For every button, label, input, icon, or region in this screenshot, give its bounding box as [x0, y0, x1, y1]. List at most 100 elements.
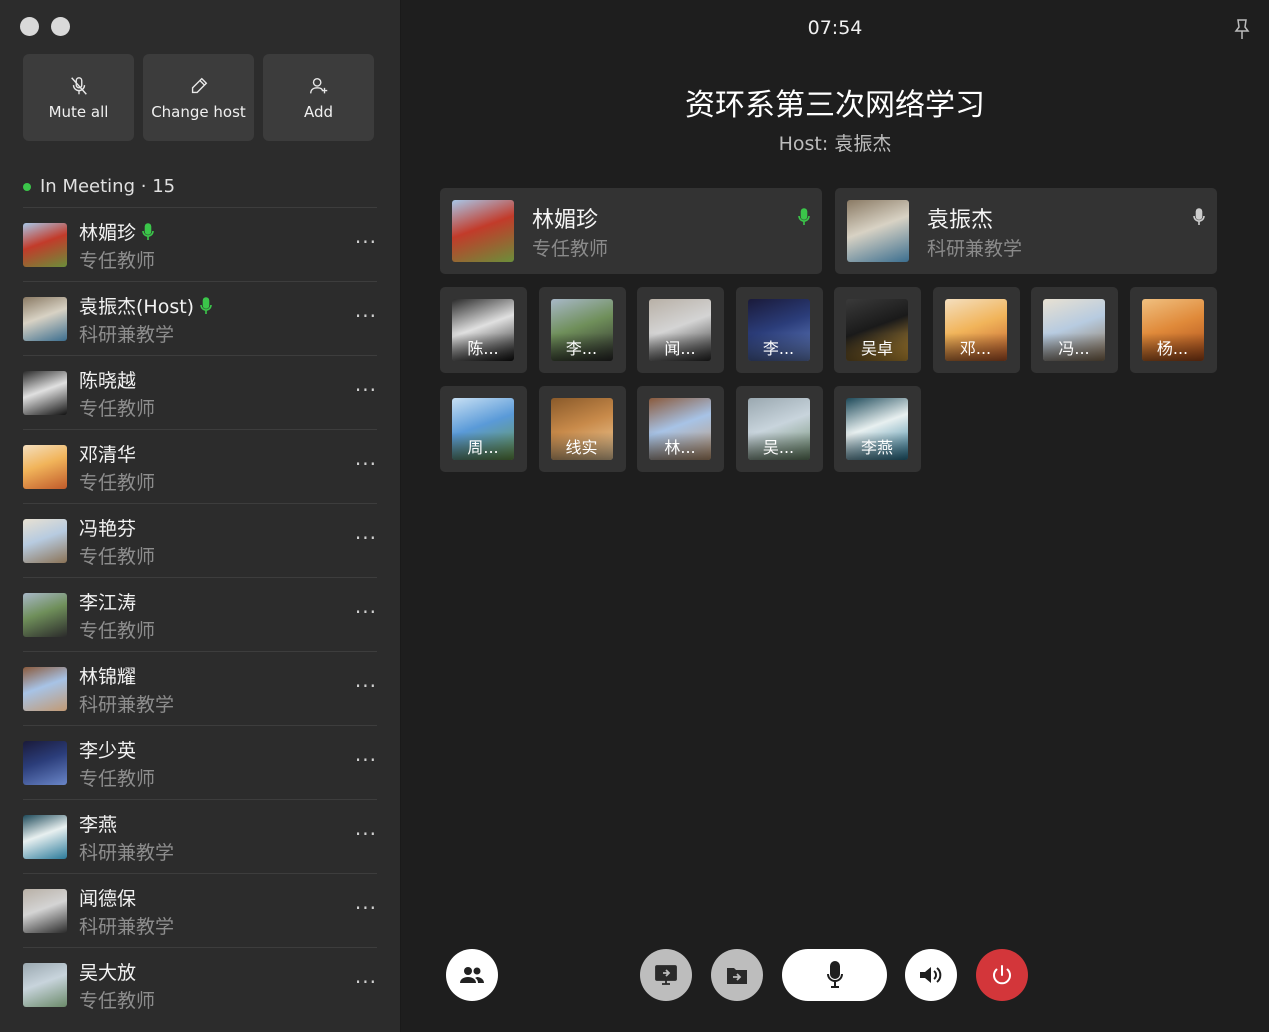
- member-role: 科研兼教学: [79, 916, 175, 938]
- participant-tile[interactable]: 李...: [538, 287, 626, 373]
- member-row[interactable]: 冯艳芬专任教师 ···: [23, 503, 377, 577]
- participant-tile[interactable]: 闻...: [637, 287, 724, 373]
- member-list: 林媚珍 专任教师 ··· 袁振杰(Host) 科研兼教学 ··· 陈晓越 专任教师 ··· 邓清华…: [23, 207, 377, 1021]
- tile-label: 李燕: [846, 432, 908, 460]
- host-label: Host:: [778, 133, 829, 155]
- avatar: 线实: [550, 398, 613, 460]
- avatar: 吴...: [747, 398, 810, 460]
- member-row[interactable]: 陈晓越专任教师 ···: [23, 355, 377, 429]
- more-options-icon[interactable]: ···: [355, 896, 377, 920]
- tile-label: 李...: [747, 333, 810, 361]
- participant-tile[interactable]: 陈...: [440, 287, 527, 373]
- participant-tile[interactable]: 吴卓: [834, 287, 921, 373]
- member-row[interactable]: 林媚珍 专任教师 ···: [23, 207, 377, 281]
- tile-label: 林...: [649, 432, 711, 460]
- member-role: 科研兼教学: [79, 842, 175, 864]
- member-name-wrap: 闻德保: [79, 884, 136, 911]
- in-meeting-count: 15: [152, 176, 176, 197]
- participants-button[interactable]: [446, 949, 498, 1001]
- member-row[interactable]: 李燕 科研兼教学 ···: [23, 799, 377, 873]
- avatar: 邓...: [944, 299, 1007, 361]
- speaker-role: 科研兼教学: [927, 238, 1023, 260]
- member-row[interactable]: 李少英专任教师 ···: [23, 725, 377, 799]
- tile-label: 闻...: [649, 333, 711, 361]
- more-options-icon[interactable]: ···: [355, 378, 377, 402]
- tile-label: 杨...: [1141, 333, 1204, 361]
- avatar: [847, 200, 909, 262]
- more-options-icon[interactable]: ···: [355, 304, 377, 328]
- file-share-button[interactable]: [711, 949, 763, 1001]
- mute-all-button[interactable]: Mute all: [23, 54, 134, 141]
- speaker-name: 林媚珍: [532, 208, 599, 233]
- member-role: 专任教师: [79, 472, 156, 494]
- mic-icon: [1193, 208, 1205, 225]
- member-role: 专任教师: [79, 398, 156, 420]
- member-row[interactable]: 闻德保科研兼教学 ···: [23, 873, 377, 947]
- mic-active-icon: [142, 222, 154, 240]
- microphone-button[interactable]: [782, 949, 887, 1001]
- speaker-mic: [798, 208, 810, 230]
- member-name-wrap: 李少英: [79, 736, 136, 763]
- avatar: 李燕: [846, 398, 908, 460]
- participant-tile[interactable]: 邓...: [932, 287, 1020, 373]
- participant-tile[interactable]: 林...: [637, 386, 724, 472]
- change-host-button[interactable]: Change host: [143, 54, 254, 141]
- participant-tile[interactable]: 杨...: [1129, 287, 1217, 373]
- member-role: 专任教师: [79, 546, 156, 568]
- participant-tile[interactable]: 冯...: [1031, 287, 1118, 373]
- more-options-icon[interactable]: ···: [355, 600, 377, 624]
- member-role: 专任教师: [79, 768, 156, 790]
- member-name: 冯艳芬: [79, 518, 137, 540]
- member-name-wrap: 林锦耀: [79, 662, 136, 689]
- more-options-icon[interactable]: ···: [355, 748, 377, 772]
- participant-tile[interactable]: 李燕: [834, 386, 921, 472]
- member-row[interactable]: 袁振杰(Host) 科研兼教学 ···: [23, 281, 377, 355]
- member-role: 专任教师: [79, 620, 156, 642]
- tile-label: 吴...: [747, 432, 810, 460]
- more-options-icon[interactable]: ···: [355, 822, 377, 846]
- file-share-icon: [727, 968, 747, 984]
- speaker-card[interactable]: 袁振杰 科研兼教学: [835, 188, 1217, 274]
- screen-share-button[interactable]: [640, 949, 692, 1001]
- pin-icon[interactable]: [1233, 18, 1251, 40]
- add-participant-button[interactable]: Add: [263, 54, 374, 141]
- avatar: [23, 297, 67, 341]
- more-options-icon[interactable]: ···: [355, 674, 377, 698]
- member-row[interactable]: 吴大放 专任教师 ···: [23, 947, 377, 1021]
- participants-icon: [460, 967, 484, 983]
- avatar: 吴卓: [846, 299, 908, 361]
- speaker-button[interactable]: [905, 949, 957, 1001]
- member-name-wrap: 陈晓越: [79, 366, 136, 393]
- participant-tile[interactable]: 周...: [440, 386, 527, 472]
- minimize-window-button[interactable]: [51, 17, 70, 36]
- meeting-main: 07:54 资环系第三次网络学习 Host: 袁振杰 林媚珍 专任教师 袁振杰 科研兼…: [401, 0, 1269, 1032]
- participant-tile[interactable]: 李...: [735, 287, 823, 373]
- member-name: 闻德保: [79, 888, 137, 910]
- member-row[interactable]: 邓清华 专任教师 ···: [23, 429, 377, 503]
- member-name-wrap: 冯艳芬: [79, 514, 136, 541]
- tile-label: 吴卓: [846, 333, 908, 361]
- member-row[interactable]: 林锦耀 科研兼教学 ···: [23, 651, 377, 725]
- end-call-button[interactable]: [976, 949, 1028, 1001]
- pen-icon: [191, 77, 207, 93]
- more-options-icon[interactable]: ···: [355, 970, 377, 994]
- close-window-button[interactable]: [20, 17, 39, 36]
- in-meeting-separator: ·: [135, 176, 153, 197]
- microphone-icon: [826, 961, 843, 988]
- more-options-icon[interactable]: ···: [355, 526, 377, 550]
- host-actions: Mute all Change host Add: [23, 54, 374, 141]
- window-controls: [20, 17, 70, 36]
- member-row[interactable]: 李江涛 专任教师 ···: [23, 577, 377, 651]
- meeting-clock: 07:54: [807, 17, 863, 39]
- meeting-host: Host: 袁振杰: [401, 129, 1269, 156]
- speaker-mic: [1193, 208, 1205, 230]
- participants-sidebar: Mute all Change host Add In Meeting · 15…: [0, 0, 401, 1032]
- speaker-card[interactable]: 林媚珍 专任教师: [440, 188, 822, 274]
- participant-tile[interactable]: 线实: [538, 386, 626, 472]
- more-options-icon[interactable]: ···: [355, 230, 377, 254]
- speaker-name: 袁振杰: [927, 208, 994, 233]
- participant-tile[interactable]: 吴...: [735, 386, 823, 472]
- member-role: 科研兼教学: [79, 324, 175, 346]
- avatar: 冯...: [1043, 299, 1105, 361]
- more-options-icon[interactable]: ···: [355, 452, 377, 476]
